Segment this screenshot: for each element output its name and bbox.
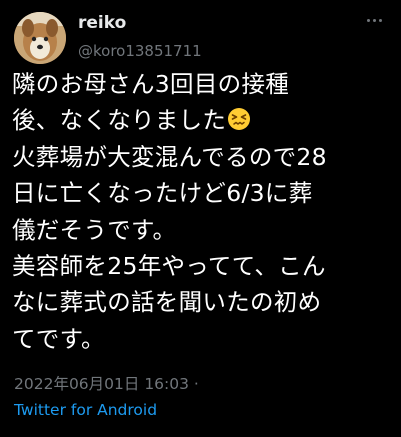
author-handle[interactable]: @koro13851711 bbox=[78, 42, 202, 60]
tweet-line: 美容師を25年やってて、こん bbox=[12, 252, 326, 281]
tweet-line: 儀だそうです。 bbox=[12, 215, 177, 244]
tweet-text: 隣のお母さん3回目の接種 後、なくなりました 火葬場が大変混んでるので28 日に… bbox=[12, 66, 397, 357]
tweet-line: 隣のお母さん3回目の接種 bbox=[12, 70, 290, 98]
author-display-name[interactable]: reiko bbox=[78, 13, 126, 33]
tweet-timestamp[interactable]: 2022年06月01日 16:03 · bbox=[14, 372, 199, 394]
tweet-line: てです。 bbox=[12, 324, 105, 353]
tweet-line: 日に亡くなったけど6/3に葬 bbox=[12, 179, 313, 208]
tweet-line: 後、なくなりました bbox=[12, 106, 227, 135]
avatar[interactable] bbox=[14, 12, 66, 64]
more-options-icon[interactable] bbox=[361, 8, 387, 32]
tweet-line-with-emoji: 後、なくなりました bbox=[12, 102, 397, 138]
dog-avatar-image bbox=[14, 12, 66, 64]
tweet-source-link[interactable]: Twitter for Android bbox=[14, 401, 157, 419]
tweet-line: なに葬式の話を聞いたの初め bbox=[12, 288, 322, 317]
tweet-line: 火葬場が大変混んでるので28 bbox=[12, 142, 327, 171]
confounded-face-icon bbox=[228, 108, 251, 131]
